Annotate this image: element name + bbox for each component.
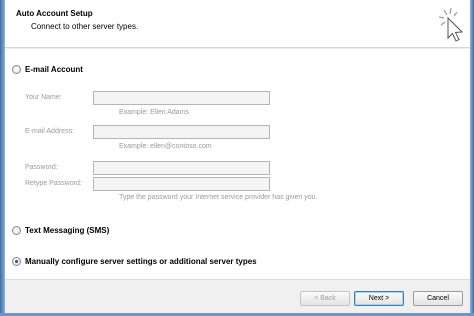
window-frame-right [470,0,474,316]
radio-button-selected[interactable] [12,257,21,266]
radio-text-messaging[interactable]: Text Messaging (SMS) [12,226,109,235]
back-button[interactable]: < Back [300,291,350,306]
dialog-footer: < Back Next > Cancel [5,279,470,313]
next-button[interactable]: Next > [354,291,404,306]
dialog-content: E-mail Account Your Name: Example: Ellen… [5,49,470,279]
page-title: Auto Account Setup [16,9,93,18]
your-name-hint: Example: Ellen Adams [119,109,190,116]
retype-password-field[interactable] [93,177,270,191]
radio-email-account[interactable]: E-mail Account [12,65,83,74]
radio-manual-configure[interactable]: Manually configure server settings or ad… [12,257,257,266]
cursor-click-icon [438,7,464,42]
retype-password-label: Retype Password: [25,180,82,187]
your-name-label: Your Name: [25,94,62,101]
radio-button[interactable] [12,226,21,235]
password-label: Password: [25,164,58,171]
radio-label: E-mail Account [25,65,83,74]
dialog-header: Auto Account Setup Connect to other serv… [5,0,470,48]
email-field[interactable] [93,125,270,139]
page-subtitle: Connect to other server types. [31,22,139,31]
radio-label: Text Messaging (SMS) [25,226,110,235]
email-hint: Example: ellen@contoso.com [119,143,212,150]
radio-label: Manually configure server settings or ad… [25,257,257,266]
your-name-field[interactable] [93,91,270,105]
password-hint: Type the password your Internet service … [119,194,318,201]
radio-button[interactable] [12,65,21,74]
password-field[interactable] [93,161,270,175]
email-address-label: E-mail Address: [25,128,75,135]
cancel-button[interactable]: Cancel [413,291,463,306]
